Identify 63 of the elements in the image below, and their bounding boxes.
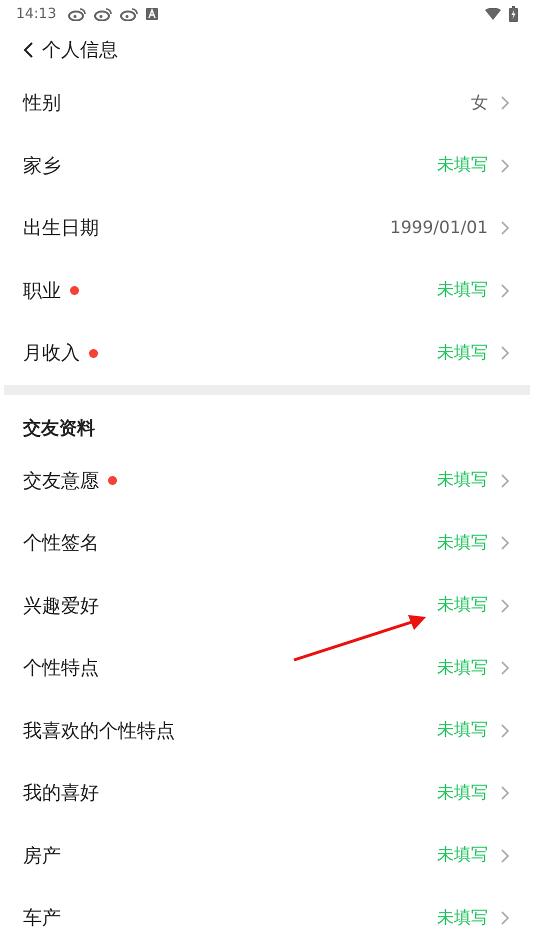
row-label: 兴趣爱好 [23, 594, 99, 618]
row-label: 我喜欢的个性特点 [23, 718, 175, 744]
row-label: 个性特点 [23, 656, 99, 681]
profile-row[interactable]: 出生日期 1999/01/01 [0, 197, 534, 260]
chevron-right-icon [500, 158, 510, 174]
row-label: 交友意愿 [23, 468, 99, 494]
row-value: 未填写 [437, 532, 488, 554]
profile-row[interactable]: 我的喜好 未填写 [0, 762, 534, 824]
row-label: 出生日期 [23, 216, 99, 241]
row-value: 未填写 [437, 782, 488, 804]
row-value: 未填写 [437, 906, 488, 930]
weibo-icon [68, 7, 86, 21]
row-value: 未填写 [437, 469, 488, 492]
row-label: 个性签名 [23, 531, 99, 556]
weibo-icon [120, 7, 138, 21]
chevron-right-icon [500, 282, 510, 299]
chevron-right-icon [500, 722, 510, 739]
row-label: 性别 [23, 91, 61, 116]
section-title: 交友资料 [23, 416, 95, 440]
battery-icon [509, 6, 518, 22]
profile-row[interactable]: 我喜欢的个性特点 未填写 [0, 700, 534, 762]
profile-row[interactable]: 职业 未填写 [0, 260, 534, 322]
chevron-right-icon [500, 535, 510, 552]
row-value: 未填写 [437, 844, 488, 867]
profile-row[interactable]: 月收入 未填写 [0, 322, 534, 384]
status-time: 14:13 [16, 4, 56, 24]
chevron-right-icon [500, 598, 510, 614]
chevron-right-icon [500, 660, 510, 676]
profile-row[interactable]: 性别 女 [0, 72, 534, 134]
chevron-right-icon [500, 95, 510, 112]
wifi-icon [485, 8, 501, 20]
chevron-right-icon [500, 472, 510, 489]
row-value: 1999/01/01 [390, 216, 488, 240]
row-value: 未填写 [437, 342, 488, 364]
row-value: 未填写 [437, 719, 488, 742]
row-label: 职业 [23, 278, 61, 304]
chevron-right-icon [500, 345, 510, 362]
profile-row[interactable]: 兴趣爱好 未填写 [0, 574, 534, 637]
profile-row[interactable]: 车产 未填写 [0, 887, 534, 950]
row-value: 未填写 [437, 656, 488, 680]
profile-row[interactable]: 家乡 未填写 [0, 134, 534, 197]
row-value: 女 [471, 92, 488, 114]
row-label: 房产 [23, 844, 61, 868]
row-value: 未填写 [437, 594, 488, 617]
profile-row[interactable]: 交友意愿 未填写 [0, 450, 534, 512]
chevron-right-icon [500, 220, 510, 236]
page-title: 个人信息 [42, 38, 118, 63]
row-label: 车产 [23, 906, 61, 931]
weibo-icon [94, 7, 112, 21]
back-icon [23, 41, 34, 59]
chevron-right-icon [500, 848, 510, 864]
app-notification-icon [146, 8, 158, 20]
row-label: 月收入 [23, 341, 80, 366]
row-label: 我的喜好 [23, 781, 99, 806]
back-button[interactable] [23, 41, 34, 59]
profile-row[interactable]: 个性特点 未填写 [0, 637, 534, 700]
row-label: 家乡 [23, 154, 61, 178]
profile-row[interactable]: 房产 未填写 [0, 824, 534, 887]
row-value: 未填写 [437, 279, 488, 302]
row-value: 未填写 [437, 154, 488, 177]
chevron-right-icon [500, 785, 510, 802]
profile-row[interactable]: 个性签名 未填写 [0, 512, 534, 574]
chevron-right-icon [500, 910, 510, 926]
